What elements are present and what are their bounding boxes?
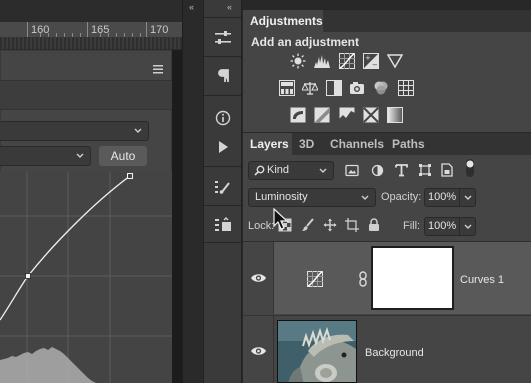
layer-thumbnail[interactable] xyxy=(277,320,357,383)
pixel-layer-filter-icon[interactable] xyxy=(345,164,359,177)
panel-gutter xyxy=(172,50,182,383)
selective-color-icon[interactable] xyxy=(363,107,379,123)
tab-adjustments[interactable]: Adjustments xyxy=(243,10,323,32)
invert-icon[interactable] xyxy=(290,107,306,123)
adjustment-layer-filter-icon[interactable] xyxy=(371,164,384,177)
curves-preset-dropdown[interactable] xyxy=(0,121,149,141)
collapse-icon[interactable]: ‹‹ xyxy=(227,2,232,12)
channel-dropdown[interactable] xyxy=(0,146,91,166)
clone-source-icon[interactable] xyxy=(206,211,239,239)
black-white-icon[interactable] xyxy=(326,80,342,96)
curve-point[interactable] xyxy=(25,273,31,279)
filter-kind-dropdown[interactable]: Kind xyxy=(248,161,334,180)
auto-button[interactable]: Auto xyxy=(99,146,147,166)
layer-name[interactable]: Background xyxy=(365,347,424,359)
chevron-down-icon xyxy=(464,224,472,229)
color-balance-icon[interactable] xyxy=(302,80,318,96)
lock-all-icon[interactable] xyxy=(368,218,380,232)
blend-mode-dropdown[interactable]: Luminosity xyxy=(248,188,376,207)
smart-object-filter-icon[interactable] xyxy=(441,163,453,177)
gradient-map-icon[interactable] xyxy=(387,107,403,123)
layer-mask-thumbnail[interactable] xyxy=(371,246,454,310)
fill-field[interactable]: 100% xyxy=(424,217,476,236)
tab-paths[interactable]: Paths xyxy=(392,133,425,155)
brush-settings-icon[interactable] xyxy=(206,173,239,201)
eye-icon[interactable] xyxy=(250,345,267,357)
collapse-icon[interactable]: ‹‹ xyxy=(189,2,194,12)
curves-graph[interactable] xyxy=(0,172,172,383)
color-lookup-icon[interactable] xyxy=(398,80,414,96)
levels-icon[interactable] xyxy=(314,53,330,69)
chevron-down-icon xyxy=(134,128,142,133)
fill-value: 100% xyxy=(428,220,457,232)
chevron-down-icon xyxy=(361,195,369,200)
lock-position-icon[interactable] xyxy=(323,218,337,232)
tab-channels[interactable]: Channels xyxy=(330,133,384,155)
adjustments-panel-icon[interactable] xyxy=(206,24,239,52)
type-layer-filter-icon[interactable] xyxy=(395,163,408,177)
fill-label: Fill: xyxy=(403,220,421,232)
exposure-icon[interactable]: +− xyxy=(363,53,379,69)
filter-kind-value: Kind xyxy=(267,164,290,176)
hue-saturation-icon[interactable] xyxy=(279,80,295,96)
svg-text:+: + xyxy=(365,54,371,62)
opacity-value: 100% xyxy=(428,191,457,203)
lock-image-pixels-icon[interactable] xyxy=(301,218,315,232)
brightness-contrast-icon[interactable] xyxy=(290,53,306,69)
filter-toggle-icon[interactable] xyxy=(465,158,475,178)
chevron-down-icon xyxy=(319,168,327,173)
dock-divider: ‹‹ xyxy=(182,0,203,383)
properties-header xyxy=(0,80,172,110)
info-icon[interactable] xyxy=(206,104,239,132)
curve-endpoint[interactable] xyxy=(127,173,133,179)
paragraph-icon[interactable] xyxy=(206,62,239,90)
posterize-icon[interactable] xyxy=(314,107,330,123)
opacity-label: Opacity: xyxy=(381,191,422,203)
chevron-down-icon xyxy=(464,195,472,200)
adjustments-subtitle: Add an adjustment xyxy=(251,35,360,49)
lock-artboard-icon[interactable] xyxy=(345,218,359,232)
shape-layer-filter-icon[interactable] xyxy=(418,163,432,177)
chevron-down-icon xyxy=(76,153,84,158)
link-icon[interactable] xyxy=(359,271,367,287)
svg-text:−: − xyxy=(372,61,378,69)
photo-filter-icon[interactable] xyxy=(349,80,365,96)
panel-menu-icon[interactable] xyxy=(151,63,165,75)
opacity-field[interactable]: 100% xyxy=(424,188,476,207)
vibrance-icon[interactable] xyxy=(387,53,403,69)
ruler-label-170: 170 xyxy=(150,24,169,36)
mouse-cursor-icon xyxy=(273,208,289,230)
blend-mode-value: Luminosity xyxy=(255,191,308,203)
curves-icon[interactable] xyxy=(339,53,355,69)
layer-name[interactable]: Curves 1 xyxy=(460,274,504,286)
tab-3d[interactable]: 3D xyxy=(299,133,314,155)
lock-label: Lock: xyxy=(248,220,275,232)
curves-adjustment-icon xyxy=(307,271,323,287)
eye-icon[interactable] xyxy=(250,272,267,284)
play-action-icon[interactable] xyxy=(206,133,239,161)
threshold-icon[interactable] xyxy=(339,107,355,123)
search-icon xyxy=(254,165,265,176)
canvas-edge xyxy=(0,37,185,49)
channel-mixer-icon[interactable] xyxy=(373,80,389,96)
tab-layers[interactable]: Layers xyxy=(243,133,292,155)
